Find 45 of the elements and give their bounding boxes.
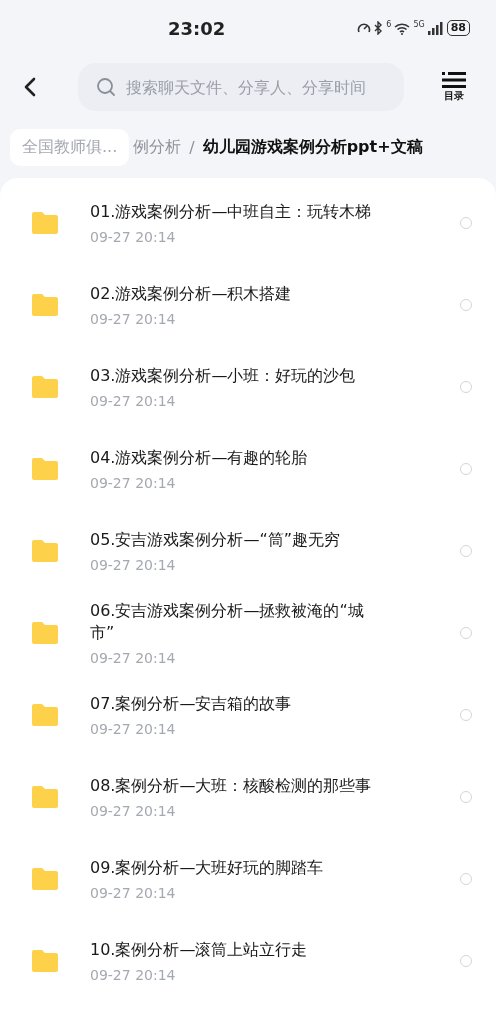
folder-icon [30, 785, 60, 809]
file-name[interactable]: 07.案例分析—安吉箱的故事 [90, 693, 380, 715]
folder-icon [30, 293, 60, 317]
wifi-icon [394, 21, 411, 35]
file-name[interactable]: 03.游戏案例分析—小班：好玩的沙包 [90, 365, 380, 387]
file-name[interactable]: 09.案例分析—大班好玩的脚踏车 [90, 857, 380, 879]
file-name[interactable]: 06.安吉游戏案例分析—拯救被淹的“城市” [90, 600, 380, 644]
status-time: 23:02 [168, 18, 226, 39]
signal-icon [427, 21, 444, 35]
search-icon [96, 77, 116, 97]
contents-button[interactable]: 目录 [442, 71, 466, 103]
breadcrumb-current: 幼儿园游戏案例分析ppt+文稿 [202, 136, 423, 158]
search-input[interactable]: 搜索聊天文件、分享人、分享时间 [126, 77, 392, 97]
search-bar[interactable]: 搜索聊天文件、分享人、分享时间 [78, 63, 404, 111]
file-name[interactable]: 04.游戏案例分析—有趣的轮胎 [90, 447, 380, 469]
folder-icon [30, 703, 60, 727]
file-date: 09-27 20:14 [90, 721, 177, 737]
file-name[interactable]: 05.安吉游戏案例分析—“筒”趣无穷 [90, 529, 380, 551]
file-date: 09-27 20:14 [90, 885, 177, 901]
bluetooth-icon [374, 21, 384, 35]
file-date: 09-27 20:14 [90, 229, 177, 245]
folder-icon [30, 211, 60, 235]
file-date: 09-27 20:14 [90, 311, 177, 327]
folder-icon [30, 621, 60, 645]
list-icon [442, 71, 466, 88]
file-name[interactable]: 02.游戏案例分析—积木搭建 [90, 283, 380, 305]
folder-icon [30, 949, 60, 973]
folder-icon [30, 375, 60, 399]
folder-icon [30, 457, 60, 481]
file-name[interactable]: 01.游戏案例分析—中班自主：玩转木梯 [90, 201, 380, 223]
network-label: 5G [413, 20, 425, 29]
file-date: 09-27 20:14 [90, 475, 177, 491]
speed-icon [357, 21, 372, 35]
file-date: 09-27 20:14 [90, 967, 177, 983]
file-date: 09-27 20:14 [90, 650, 177, 666]
battery-indicator: 88 [446, 20, 470, 36]
file-name[interactable]: 08.案例分析—大班：核酸检测的那些事 [90, 775, 380, 797]
file-date: 09-27 20:14 [90, 393, 177, 409]
wifi-label: 6 [386, 20, 392, 29]
breadcrumb-separator: / [189, 137, 195, 157]
file-date: 09-27 20:14 [90, 557, 177, 573]
file-name[interactable]: 10.案例分析—滚筒上站立行走 [90, 939, 380, 961]
folder-icon [30, 867, 60, 891]
file-date: 09-27 20:14 [90, 803, 177, 819]
folder-icon [30, 539, 60, 563]
